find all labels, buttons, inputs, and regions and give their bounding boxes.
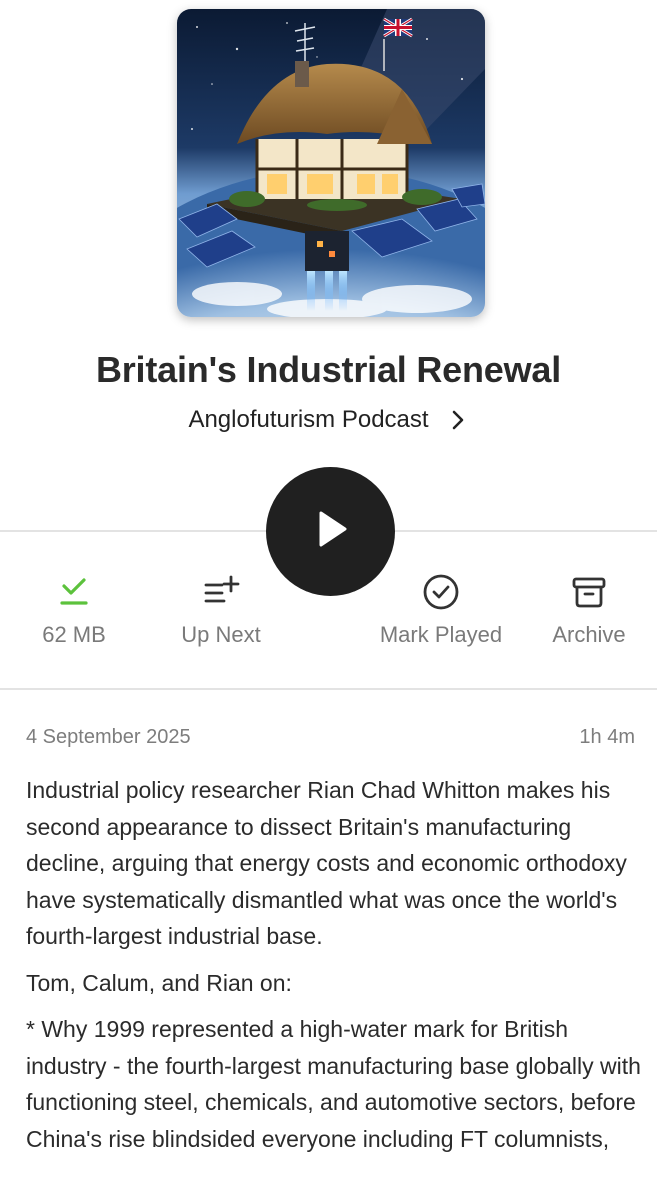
- description-paragraph: Tom, Calum, and Rian on:: [26, 969, 292, 996]
- description-paragraph: Industrial policy researcher Rian Chad W…: [26, 777, 627, 949]
- episode-artwork: [177, 9, 485, 317]
- play-icon: [309, 507, 353, 556]
- archive-box-icon: [569, 572, 609, 612]
- download-check-icon: [54, 572, 94, 612]
- chevron-right-icon: [447, 409, 469, 431]
- archive-button[interactable]: Archive: [514, 572, 657, 648]
- up-next-button[interactable]: Up Next: [146, 572, 296, 648]
- podcast-link[interactable]: Anglofuturism Podcast: [0, 406, 657, 434]
- podcast-name: Anglofuturism Podcast: [188, 406, 429, 433]
- description-paragraph: * Why 1999 represented a high-water mark…: [26, 1016, 641, 1152]
- download-button[interactable]: 62 MB: [0, 572, 149, 648]
- episode-page: Britain's Industrial Renewal Anglofuturi…: [0, 0, 657, 1200]
- episode-duration: 1h 4m: [579, 726, 635, 748]
- download-label: 62 MB: [42, 622, 106, 647]
- divider: [0, 688, 657, 690]
- episode-meta: 4 September 2025 1h 4m: [26, 726, 635, 749]
- archive-label: Archive: [552, 622, 626, 647]
- queue-add-icon: [201, 572, 241, 612]
- episode-description: Industrial policy researcher Rian Chad W…: [26, 772, 641, 1167]
- mark-played-label: Mark Played: [379, 622, 503, 647]
- episode-title: Britain's Industrial Renewal: [95, 349, 562, 390]
- check-circle-icon: [421, 572, 461, 612]
- up-next-label: Up Next: [181, 622, 261, 647]
- episode-date: 4 September 2025: [26, 726, 191, 748]
- mark-played-button[interactable]: Mark Played: [366, 572, 516, 648]
- play-button[interactable]: [266, 467, 395, 596]
